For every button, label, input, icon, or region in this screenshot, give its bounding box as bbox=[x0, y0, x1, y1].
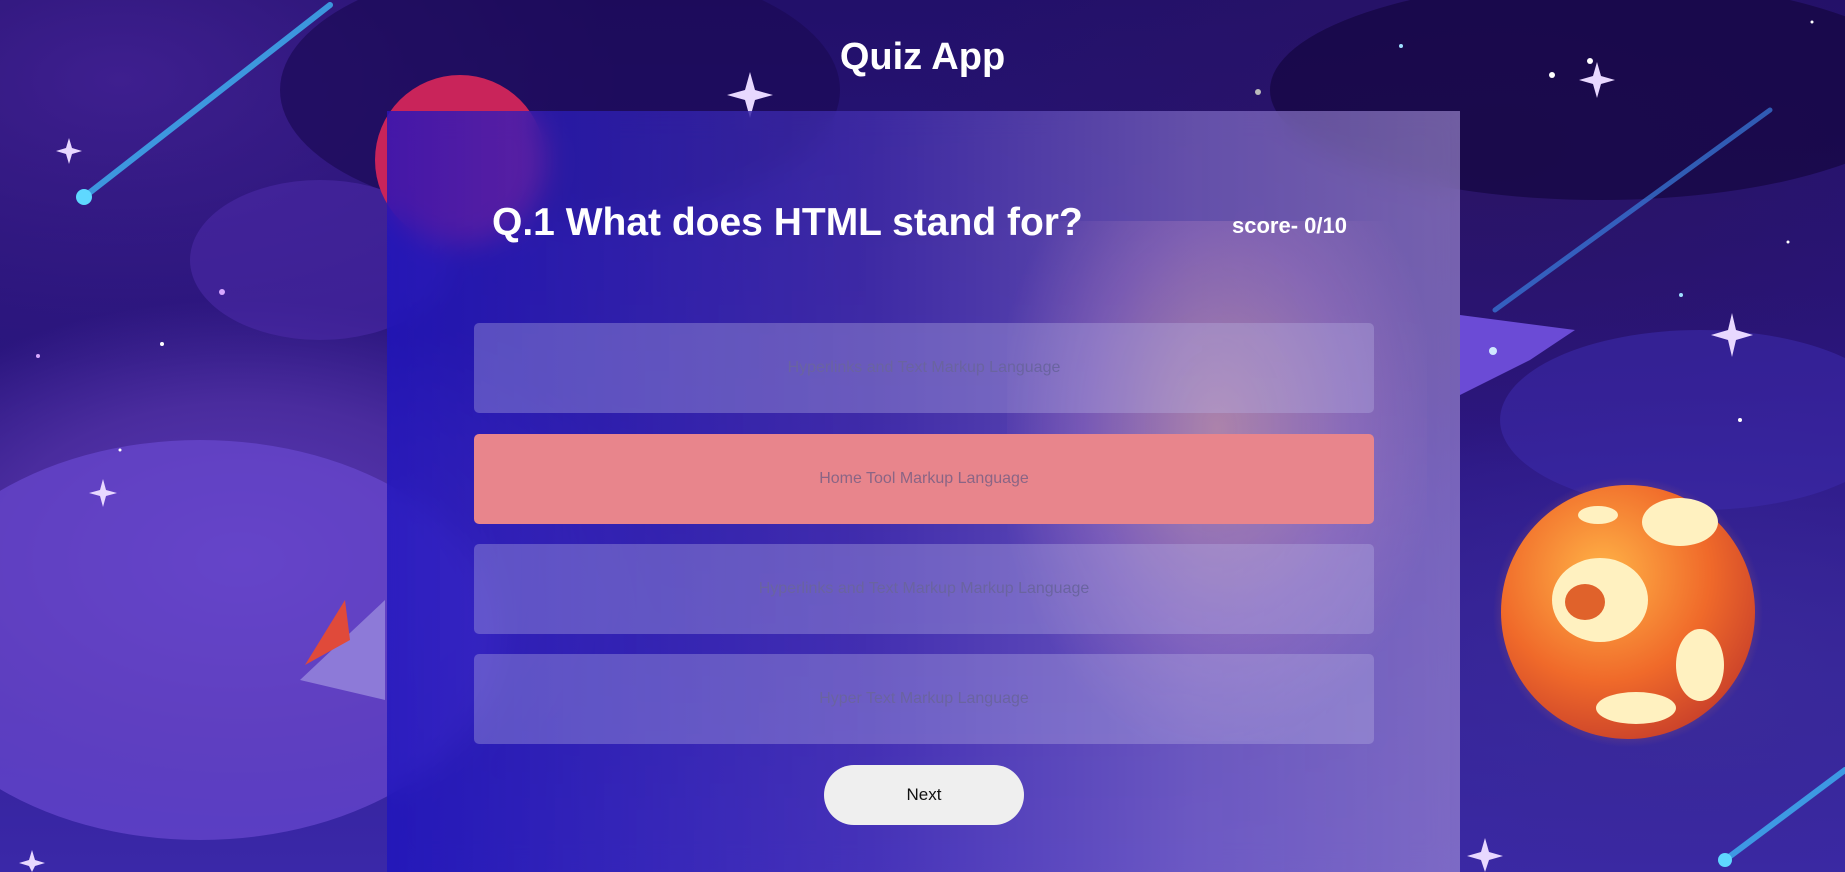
answer-option-3[interactable]: Hyperlinks and Text Markup Markup Langua… bbox=[474, 544, 1374, 634]
score-display: score- 0/10 bbox=[1232, 213, 1347, 238]
answer-option-1[interactable]: Hyperlinks and Text Markup Language bbox=[474, 323, 1374, 413]
answer-option-2[interactable]: Home Tool Markup Language bbox=[474, 434, 1374, 524]
quiz-card: Q.1 What does HTML stand for? score- 0/1… bbox=[387, 111, 1460, 872]
answer-option-4[interactable]: Hyper Text Markup Language bbox=[474, 654, 1374, 744]
question-text: Q.1 What does HTML stand for? bbox=[492, 201, 1083, 244]
app-title: Quiz App bbox=[839, 36, 1006, 78]
next-button[interactable]: Next bbox=[824, 765, 1024, 825]
